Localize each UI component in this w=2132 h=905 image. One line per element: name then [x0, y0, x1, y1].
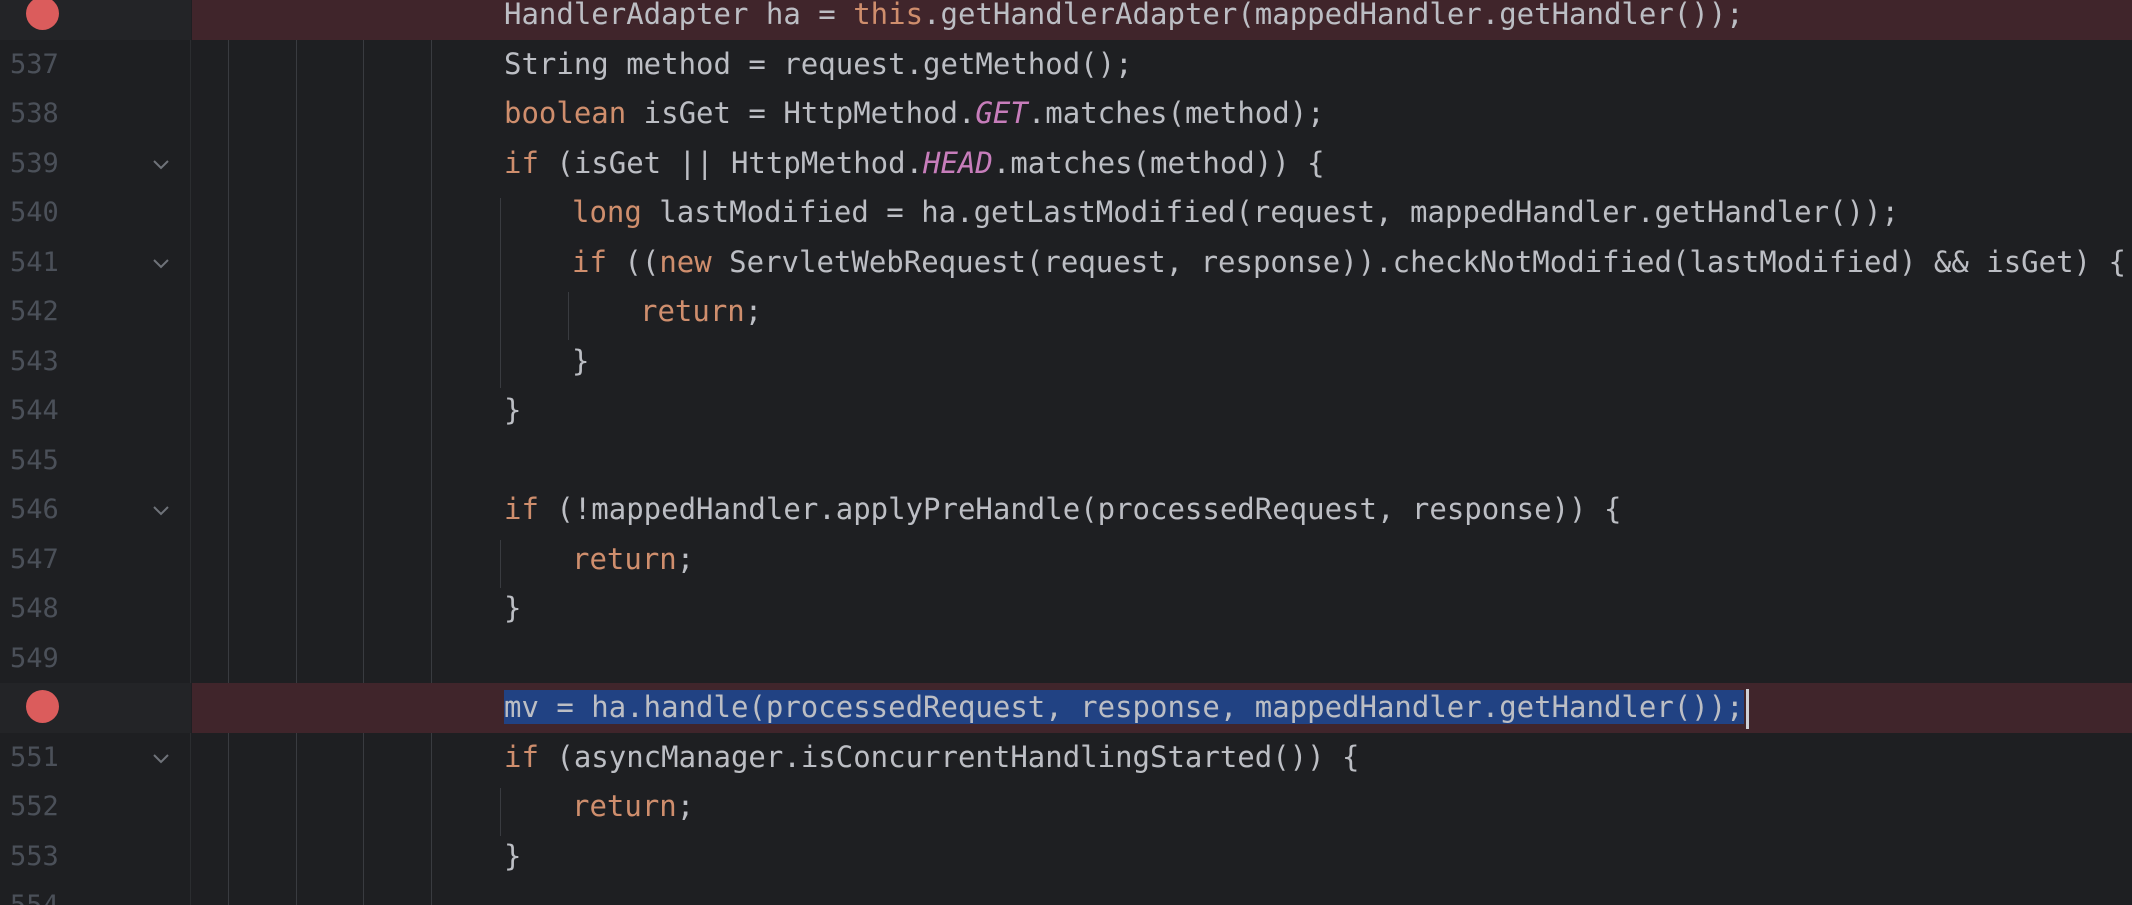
code-text[interactable]: String method = request.getMethod(); [504, 40, 1133, 90]
code-token: (( [606, 244, 660, 279]
line-number[interactable]: 544 [10, 386, 70, 436]
line-number[interactable]: 548 [10, 584, 70, 634]
line-number[interactable]: 540 [10, 188, 70, 238]
constant-token: GET [975, 96, 1028, 130]
selected-text[interactable]: mv = ha.handle(processedRequest, respons… [504, 690, 1744, 724]
line-number[interactable]: 545 [10, 436, 70, 486]
line-number[interactable]: 543 [10, 337, 70, 387]
chevron-down-icon[interactable] [150, 499, 172, 521]
line-number[interactable]: 538 [10, 89, 70, 139]
code-token: ; [676, 541, 695, 576]
code-token: } [504, 591, 522, 625]
chevron-down-icon[interactable] [150, 747, 172, 769]
code-line[interactable]: 549 [0, 634, 2132, 684]
breakpoint-icon[interactable] [26, 690, 59, 723]
code-text[interactable]: } [572, 337, 589, 387]
keyword-token: this [853, 0, 924, 31]
line-number[interactable]: 547 [10, 535, 70, 585]
code-line[interactable]: 547 return; [0, 535, 2132, 585]
code-token: ServletWebRequest(request, response)).ch… [711, 244, 2126, 279]
code-line[interactable]: 543} [0, 337, 2132, 387]
keyword-token: return [640, 294, 745, 328]
code-token: (asyncManager.isConcurrentHandlingStarte… [538, 739, 1360, 774]
code-text[interactable]: } [504, 386, 521, 436]
code-text[interactable]: HandlerAdapter ha = this.getHandlerAdapt… [504, 0, 1744, 40]
code-token: ; [744, 294, 763, 328]
code-line[interactable]: 537 String method = request.getMethod(); [0, 40, 2132, 90]
code-editor[interactable]: HandlerAdapter ha = this.getHandlerAdapt… [0, 0, 2132, 905]
keyword-token: if [572, 244, 607, 279]
line-number[interactable]: 553 [10, 832, 70, 882]
code-line[interactable]: 552 return; [0, 782, 2132, 832]
code-token: .matches(method); [1027, 96, 1325, 130]
code-token: (isGet || HttpMethod. [538, 145, 924, 180]
code-text[interactable]: } [504, 832, 521, 882]
code-line[interactable]: mv = ha.handle(processedRequest, respons… [0, 683, 2132, 733]
line-number[interactable]: 546 [10, 485, 70, 535]
text-caret [1745, 689, 1749, 729]
constant-token: HEAD [923, 145, 993, 180]
code-text[interactable]: mv = ha.handle(processedRequest, respons… [504, 683, 1749, 733]
code-text[interactable]: if (isGet || HttpMethod.HEAD.matches(met… [504, 139, 1325, 189]
code-text[interactable]: return; [572, 782, 694, 832]
line-number[interactable]: 554 [10, 881, 70, 905]
code-line[interactable]: 544} [0, 386, 2132, 436]
line-number[interactable]: 537 [10, 40, 70, 90]
code-token: (!mappedHandler.applyPreHandle(processed… [538, 492, 1622, 526]
chevron-down-icon[interactable] [150, 252, 172, 274]
line-number[interactable]: 539 [10, 139, 70, 189]
line-number[interactable]: 549 [10, 634, 70, 684]
keyword-token: if [504, 739, 539, 774]
line-number[interactable]: 552 [10, 782, 70, 832]
code-text[interactable]: if (asyncManager.isConcurrentHandlingSta… [504, 733, 1360, 783]
code-token: .matches(method)) { [992, 145, 1325, 180]
code-line[interactable]: 539 if (isGet || HttpMethod.HEAD.matches(… [0, 139, 2132, 189]
chevron-down-icon[interactable] [150, 153, 172, 175]
code-token: lastModified = ha.getLastModified(reques… [641, 195, 1899, 229]
code-token: String method = request.getMethod(); [504, 46, 1133, 81]
code-text[interactable]: if (!mappedHandler.applyPreHandle(proces… [504, 485, 1621, 535]
code-text[interactable]: return; [572, 535, 694, 585]
code-line[interactable]: 541 if ((new ServletWebRequest(request, r… [0, 238, 2132, 288]
code-line[interactable]: 554 [0, 881, 2132, 905]
code-line[interactable]: 553} [0, 832, 2132, 882]
code-token: } [572, 343, 590, 378]
code-token: } [504, 393, 522, 427]
code-text[interactable]: long lastModified = ha.getLastModified(r… [572, 188, 1899, 238]
code-text[interactable]: if ((new ServletWebRequest(request, resp… [572, 238, 2126, 288]
code-line[interactable]: 548} [0, 584, 2132, 634]
code-line[interactable]: HandlerAdapter ha = this.getHandlerAdapt… [0, 0, 2132, 40]
keyword-token: return [572, 541, 677, 576]
keyword-token: boolean [504, 96, 627, 130]
code-token: } [504, 838, 522, 873]
keyword-token: if [504, 492, 539, 526]
code-token: ; [676, 789, 695, 823]
code-text[interactable]: return; [640, 287, 762, 337]
keyword-token: if [504, 145, 539, 180]
code-token: isGet = HttpMethod. [626, 96, 976, 130]
code-token: .getHandlerAdapter(mappedHandler.getHand… [923, 0, 1744, 31]
keyword-token: return [572, 789, 677, 823]
keyword-token: new [659, 244, 712, 279]
code-text[interactable]: boolean isGet = HttpMethod.GET.matches(m… [504, 89, 1325, 139]
code-line[interactable]: 545 [0, 436, 2132, 486]
line-number[interactable]: 541 [10, 238, 70, 288]
code-line[interactable]: 546 if (!mappedHandler.applyPreHandle(pro… [0, 485, 2132, 535]
code-line[interactable]: 551 if (asyncManager.isConcurrentHandling… [0, 733, 2132, 783]
code-line[interactable]: 542 return; [0, 287, 2132, 337]
line-number[interactable]: 551 [10, 733, 70, 783]
code-text[interactable]: } [504, 584, 521, 634]
code-line[interactable]: 538 boolean isGet = HttpMethod.GET.matche… [0, 89, 2132, 139]
code-token: HandlerAdapter ha = [504, 0, 854, 31]
code-token: mv = ha.handle(processedRequest, respons… [504, 690, 1744, 724]
code-line[interactable]: 540 long lastModified = ha.getLastModifie… [0, 188, 2132, 238]
line-number[interactable]: 542 [10, 287, 70, 337]
keyword-token: long [572, 195, 642, 229]
